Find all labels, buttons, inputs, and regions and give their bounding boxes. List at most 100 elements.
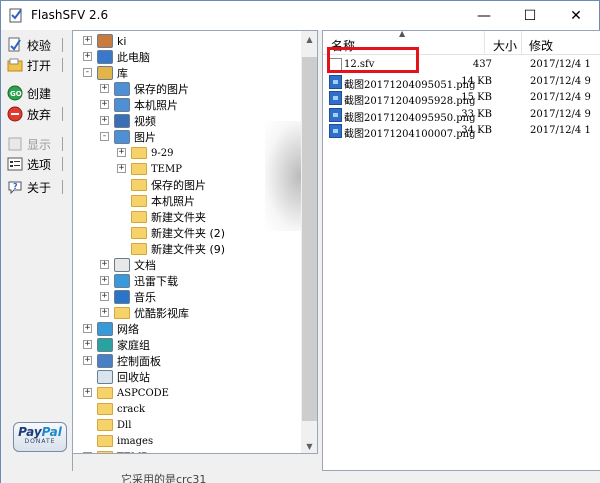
tree-item[interactable]: + ki [83,33,126,49]
tree-item[interactable]: 保存的图片 [131,177,206,193]
user-icon [97,34,113,48]
expand-icon[interactable]: + [100,308,109,317]
file-name: 截图20171204095928.png [344,96,476,107]
tree-item-label: 迅雷下载 [134,275,178,288]
show-button[interactable]: 显示 [7,134,65,154]
tree-horizontal-scrollbar[interactable] [72,454,318,471]
tree-item[interactable]: + 此电脑 [83,49,150,65]
folder-icon [131,195,147,207]
library-icon [97,66,113,80]
separator [62,38,63,52]
tree-item-label: 本机照片 [134,99,178,112]
column-divider[interactable] [521,31,522,55]
file-modified: 2017/12/4 9 [530,92,591,103]
flashsfv-app-icon [9,8,22,23]
pictures-library-icon [114,82,130,96]
maximize-button[interactable]: ☐ [507,1,553,30]
tree-item[interactable]: Dll [97,417,131,433]
expand-icon[interactable]: + [100,84,109,93]
tree-item[interactable]: +9-29 [117,145,173,161]
folder-icon [114,307,130,319]
paypal-donate-button[interactable]: PayPal DONATE [13,422,67,452]
expand-icon[interactable]: + [83,356,92,365]
separator [62,180,63,194]
file-row[interactable]: 截图20171204095051.png 14 KB 2017/12/4 9 [323,74,600,91]
expand-icon[interactable]: + [100,276,109,285]
tree-item[interactable]: + 视频 [100,113,156,129]
close-button[interactable]: ✕ [553,1,599,30]
expand-icon[interactable]: + [83,324,92,333]
file-row[interactable]: 截图20171204095928.png 15 KB 2017/12/4 9 [323,90,600,107]
column-size-header[interactable]: 大小 [493,37,517,54]
about-icon: ? [7,179,23,195]
scroll-up-arrow-icon[interactable]: ▲ [301,31,317,48]
abort-button[interactable]: 放弃 [7,104,65,124]
tree-item[interactable]: + 控制面板 [83,353,161,369]
tree-item[interactable]: images [97,433,153,449]
expand-icon[interactable]: + [100,260,109,269]
scroll-thumb[interactable] [302,57,317,421]
open-button[interactable]: 打开 [7,55,65,75]
tree-item[interactable]: + 本机照片 [100,97,178,113]
file-size: 15 KB [461,92,492,103]
tree-item[interactable]: 回收站 [97,369,150,385]
expand-icon[interactable]: + [100,100,109,109]
minimize-icon: — [477,7,491,24]
tree-item-label: 音乐 [134,291,156,304]
expand-icon[interactable]: + [83,52,92,61]
expand-icon[interactable]: + [83,388,92,397]
tree-item-label: 保存的图片 [134,83,189,96]
tree-item-label: 新建文件夹 (2) [151,227,226,240]
collapse-icon[interactable]: - [83,68,92,77]
tree-item[interactable]: + 迅雷下载 [100,273,178,289]
file-row[interactable]: 截图20171204100007.png 34 KB 2017/12/4 1 [323,123,600,140]
tree-item[interactable]: 新建文件夹 [131,209,206,225]
column-modified-header[interactable]: 修改 [529,37,553,54]
red-highlight-box [327,47,419,73]
file-size: 33 KB [461,108,492,120]
about-button[interactable]: ? 关于 [7,177,65,197]
folder-tree[interactable]: + ki + 此电脑 - 库 + 保存的图片 + 本机照片 + 视频 - 图片 +9-29 + TEMP 保存的图… [72,30,318,454]
expand-icon[interactable]: + [117,164,126,173]
expand-icon[interactable]: + [83,36,92,45]
tree-item-label: ASPCODE [117,387,169,399]
title-bar[interactable]: FlashSFV 2.6 — ☐ ✕ [1,1,599,30]
tree-item[interactable]: + 优酷影视库 [100,305,189,321]
verify-button[interactable]: 校验 [7,35,65,55]
scroll-down-arrow-icon[interactable]: ▼ [301,438,317,453]
verify-label: 校验 [27,38,52,53]
tree-item[interactable]: -库 [83,65,128,81]
tree-item[interactable]: + 网络 [83,321,139,337]
tree-item[interactable]: 新建文件夹 (9) [131,241,225,257]
file-list[interactable]: ▲ 名称 大小 修改 12.sfv 437 2017/12/4 1 截图2017120… [322,30,600,471]
expand-icon[interactable]: + [83,340,92,349]
tree-item[interactable]: + 保存的图片 [100,81,189,97]
tree-item[interactable]: + 音乐 [100,289,156,305]
download-library-icon [114,274,130,288]
file-size: 437 [472,59,492,70]
tree-vertical-scrollbar[interactable]: ▲ ▼ [301,31,317,453]
column-divider[interactable] [484,31,485,55]
tree-item[interactable]: 新建文件夹 (2) [131,225,225,241]
separator [62,58,63,72]
svg-text:?: ? [13,182,18,191]
expand-icon[interactable]: + [100,292,109,301]
file-row[interactable]: 截图20171204095950.png 33 KB 2017/12/4 9 [323,107,600,124]
options-button[interactable]: 选项 [7,154,65,174]
tree-item[interactable]: + 家庭组 [83,337,150,353]
tree-item[interactable]: + ASPCODE [83,385,169,401]
tree-item[interactable]: - 图片 [100,129,156,145]
tree-item[interactable]: 本机照片 [131,193,195,209]
minimize-button[interactable]: — [461,1,507,30]
expand-icon[interactable]: + [117,148,126,157]
collapse-icon[interactable]: - [100,132,109,141]
separator [62,137,63,151]
create-button[interactable]: GO 创建 [7,83,65,103]
caption-text: 它采用的是crc31 [121,473,207,483]
tree-item-label: 家庭组 [117,339,150,352]
tree-item[interactable]: + TEMP [117,161,182,177]
folder-icon [131,243,147,255]
tree-item[interactable]: crack [97,401,145,417]
expand-icon[interactable]: + [100,116,109,125]
tree-item[interactable]: + 文档 [100,257,156,273]
